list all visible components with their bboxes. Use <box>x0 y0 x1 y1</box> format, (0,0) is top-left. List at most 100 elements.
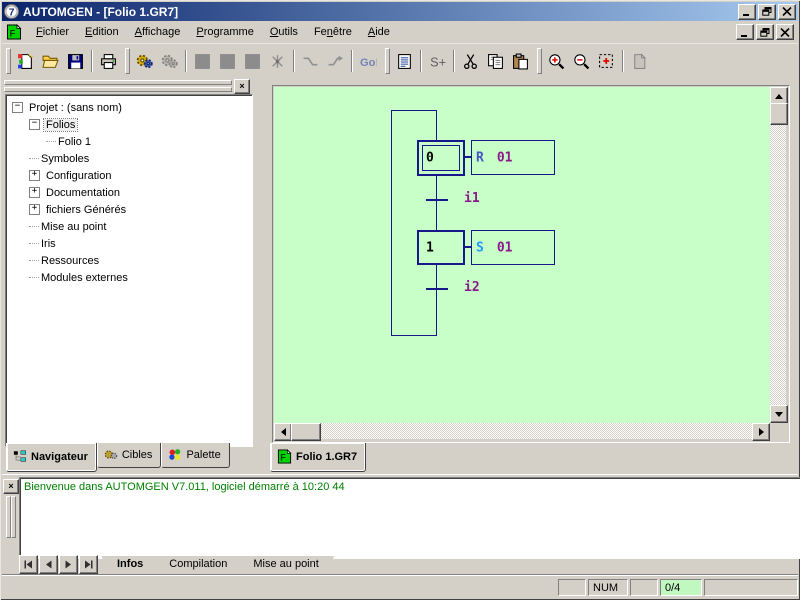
tabs-prev-button[interactable] <box>39 555 58 574</box>
action-1-box[interactable]: S01 <box>471 230 555 265</box>
tab-folio-1-gr7[interactable]: FFolio 1.GR7 <box>270 443 366 472</box>
open-button[interactable] <box>38 49 63 74</box>
zoom-in-button[interactable] <box>544 49 569 74</box>
panel-grip[interactable] <box>4 80 232 91</box>
scrollbar-corner <box>770 423 786 439</box>
menu-edition[interactable]: Edition <box>77 23 127 41</box>
workspace: × −Projet : (sans nom)−FoliosFolio 1Symb… <box>2 77 798 474</box>
menu-programme[interactable]: Programme <box>188 23 261 41</box>
tree-row: Modules externes <box>8 269 252 286</box>
toolbar-grip[interactable] <box>385 48 390 74</box>
tab-mise-au-point[interactable]: Mise au point <box>237 556 334 573</box>
restore-button[interactable] <box>758 4 776 20</box>
minimize-button[interactable] <box>738 4 756 20</box>
close-button[interactable] <box>778 4 796 20</box>
mdi-close-button[interactable] <box>776 24 794 40</box>
tree-item-label[interactable]: Folios <box>44 119 77 131</box>
tree-item-label[interactable]: Modules externes <box>39 272 130 284</box>
automgen-logo-icon: 7 <box>4 4 19 19</box>
collapse-toggle-icon[interactable]: − <box>12 102 23 113</box>
horizontal-scroll-thumb[interactable] <box>291 423 321 441</box>
snowflake-icon <box>269 53 286 70</box>
automgen-window: 7 AUTOMGEN - [Folio 1.GR7] F FichierEdit… <box>0 0 800 600</box>
tree-item-label[interactable]: Projet : (sans nom) <box>27 102 124 114</box>
output-log[interactable]: Bienvenue dans AUTOMGEN V7.011, logiciel… <box>19 477 800 559</box>
mdi-minimize-button[interactable] <box>736 24 754 40</box>
tab-infos[interactable]: Infos <box>101 556 159 573</box>
zigzag-arrow-icon <box>327 53 344 70</box>
menu-fichier[interactable]: Fichier <box>28 23 77 41</box>
tree-item-label[interactable]: fichiers Générés <box>44 204 128 216</box>
tree-row: + fichiers Générés <box>8 201 252 218</box>
trunk-segment <box>436 110 437 140</box>
open-folder-icon <box>42 53 59 70</box>
tab-first-icon <box>24 560 33 569</box>
collapse-toggle-icon[interactable]: − <box>29 119 40 130</box>
output-close-button[interactable]: × <box>3 479 19 494</box>
tab-compilation[interactable]: Compilation <box>153 556 243 573</box>
new-button[interactable] <box>13 49 38 74</box>
tab-label: Navigateur <box>31 451 88 463</box>
tree-item-label[interactable]: Iris <box>39 238 58 250</box>
mdi-restore-button[interactable] <box>756 24 774 40</box>
copy-button[interactable] <box>483 49 508 74</box>
scroll-down-button[interactable] <box>770 405 788 423</box>
toolbar-grip[interactable] <box>6 48 11 74</box>
menu-aide[interactable]: Aide <box>360 23 398 41</box>
transition-2-tick[interactable] <box>426 288 448 290</box>
menu-affichage[interactable]: Affichage <box>127 23 189 41</box>
tree-item-label[interactable]: Folio 1 <box>56 136 93 148</box>
expand-toggle-icon[interactable]: + <box>29 204 40 215</box>
menu-fenetre[interactable]: Fenêtre <box>306 23 360 41</box>
symbols-button[interactable] <box>392 49 417 74</box>
output-grip[interactable] <box>11 496 16 538</box>
horizontal-scrollbar[interactable] <box>274 423 770 439</box>
action-0-box[interactable]: R01 <box>471 140 555 175</box>
menu-outils[interactable]: Outils <box>262 23 306 41</box>
navigator-panel: × −Projet : (sans nom)−FoliosFolio 1Symb… <box>2 77 254 474</box>
save-button[interactable] <box>63 49 88 74</box>
tree-row: Folio 1 <box>8 133 252 150</box>
tree-item-label[interactable]: Ressources <box>39 255 101 267</box>
compile-button[interactable] <box>132 49 157 74</box>
add-symbol-button[interactable]: S+ <box>425 49 450 74</box>
toolbar-grip[interactable] <box>537 48 542 74</box>
tabs-last-button[interactable] <box>79 555 98 574</box>
zoom-out-button[interactable] <box>569 49 594 74</box>
status-empty-2 <box>630 579 658 596</box>
svg-text:7: 7 <box>9 7 15 18</box>
zoom-region-button[interactable] <box>594 49 619 74</box>
expand-toggle-icon[interactable]: + <box>29 187 40 198</box>
tree-item-label[interactable]: Symboles <box>39 153 91 165</box>
tree-row: + Configuration <box>8 167 252 184</box>
tree-row: + Documentation <box>8 184 252 201</box>
expand-toggle-icon[interactable]: + <box>29 170 40 181</box>
step-1-box[interactable]: 1 <box>417 230 465 265</box>
paste-button[interactable] <box>508 49 533 74</box>
gears-gray-icon <box>161 53 178 70</box>
toolbar-grip[interactable] <box>125 48 130 74</box>
sidebar-tabs: Navigateur CiblesPalette <box>6 443 230 471</box>
cut-button[interactable] <box>458 49 483 74</box>
panel-close-button[interactable]: × <box>234 79 250 94</box>
scroll-right-button[interactable] <box>752 423 770 441</box>
print-button[interactable] <box>96 49 121 74</box>
tree-item-label[interactable]: Mise au point <box>39 221 108 233</box>
folio-page-icon[interactable]: F <box>6 24 22 40</box>
transition-1-tick[interactable] <box>426 199 448 201</box>
tree-item-label[interactable]: Configuration <box>44 170 113 182</box>
tab-palette[interactable]: Palette <box>161 443 229 468</box>
vertical-scrollbar[interactable] <box>770 87 786 423</box>
vertical-scroll-thumb[interactable] <box>770 103 788 125</box>
scroll-left-button[interactable] <box>274 423 292 441</box>
arrow-up-icon <box>775 94 783 99</box>
step-0-box[interactable]: 0 <box>417 140 465 176</box>
grafcet-canvas[interactable]: 0 R01 i1 1 S01 <box>274 87 770 423</box>
tabs-first-button[interactable] <box>19 555 38 574</box>
tabs-next-button[interactable] <box>59 555 78 574</box>
tab-cibles[interactable]: Cibles <box>97 443 162 468</box>
tab-navigateur[interactable]: Navigateur <box>6 443 97 472</box>
step-0-number: 0 <box>426 151 434 166</box>
step-over-button <box>323 49 348 74</box>
tree-item-label[interactable]: Documentation <box>44 187 122 199</box>
